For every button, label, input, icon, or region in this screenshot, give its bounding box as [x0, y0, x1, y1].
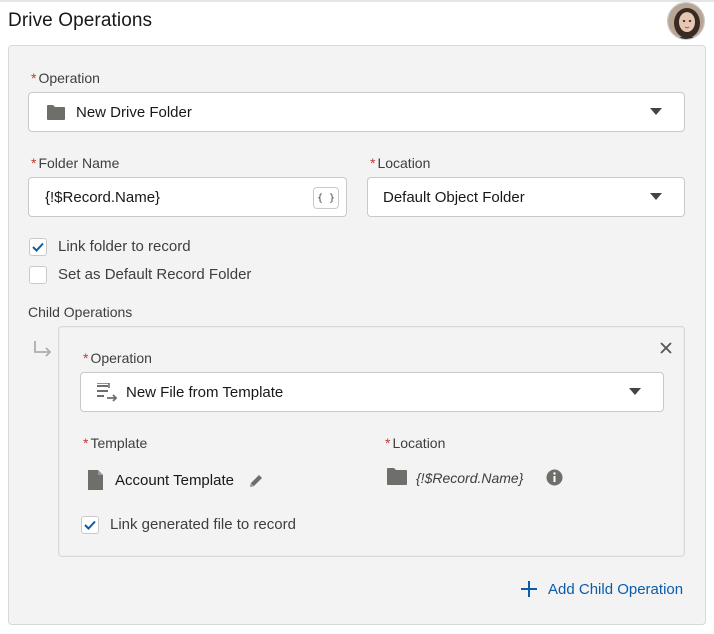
child-operation-label-text: Operation	[90, 350, 152, 366]
child-operation-value: New File from Template	[126, 384, 284, 401]
child-location-label: * Location	[385, 435, 445, 451]
required-mark: *	[31, 155, 37, 171]
checkmark-icon	[32, 242, 44, 252]
folder-name-label-text: Folder Name	[38, 155, 120, 171]
folder-name-label: * Folder Name	[31, 155, 119, 171]
default-folder-label: Set as Default Record Folder	[58, 266, 252, 283]
child-location-label-text: Location	[392, 435, 446, 451]
child-operations-label: Child Operations	[28, 304, 133, 320]
operation-label-text: Operation	[38, 70, 100, 86]
folder-icon	[386, 467, 408, 490]
avatar-image	[668, 3, 704, 39]
child-operation-select[interactable]: New File from Template	[80, 372, 664, 412]
chevron-down-icon	[629, 388, 641, 395]
operation-label: * Operation	[31, 70, 100, 86]
chevron-down-icon	[650, 193, 662, 200]
location-label: * Location	[370, 155, 430, 171]
template-value: Account Template	[115, 472, 234, 489]
link-folder-label: Link folder to record	[58, 238, 191, 255]
checkmark-icon	[84, 520, 96, 530]
child-location-value: {!$Record.Name}	[416, 470, 524, 486]
merge-field-button[interactable]: { }	[313, 187, 339, 209]
chevron-down-icon	[650, 108, 662, 115]
required-mark: *	[31, 70, 37, 86]
close-icon[interactable]	[659, 341, 673, 360]
child-arrow-icon	[32, 340, 54, 363]
template-label: * Template	[83, 435, 147, 451]
child-operation-label: * Operation	[83, 350, 152, 366]
link-file-checkbox[interactable]	[81, 516, 99, 534]
link-file-label: Link generated file to record	[110, 516, 296, 533]
top-divider	[0, 0, 714, 2]
add-child-operation-button[interactable]: Add Child Operation	[520, 580, 683, 598]
location-select[interactable]: Default Object Folder	[367, 177, 685, 217]
operation-value: New Drive Folder	[76, 104, 192, 121]
link-folder-checkbox[interactable]	[29, 238, 47, 256]
plus-icon	[521, 581, 537, 597]
required-mark: *	[83, 435, 89, 451]
file-template-icon	[96, 382, 118, 407]
pencil-icon[interactable]	[248, 473, 264, 494]
location-label-text: Location	[377, 155, 431, 171]
file-icon	[87, 469, 104, 496]
operation-select[interactable]: New Drive Folder	[28, 92, 685, 132]
user-avatar[interactable]	[667, 2, 705, 40]
location-value: Default Object Folder	[383, 189, 525, 206]
default-folder-checkbox[interactable]	[29, 266, 47, 284]
required-mark: *	[385, 435, 391, 451]
folder-name-value: {!$Record.Name}	[45, 189, 161, 206]
page-title: Drive Operations	[8, 10, 153, 31]
add-child-operation-label: Add Child Operation	[548, 580, 684, 598]
folder-name-input[interactable]: {!$Record.Name} { }	[28, 177, 347, 217]
info-icon[interactable]	[546, 469, 563, 491]
folder-icon	[46, 104, 66, 124]
required-mark: *	[370, 155, 376, 171]
template-label-text: Template	[90, 435, 148, 451]
required-mark: *	[83, 350, 89, 366]
